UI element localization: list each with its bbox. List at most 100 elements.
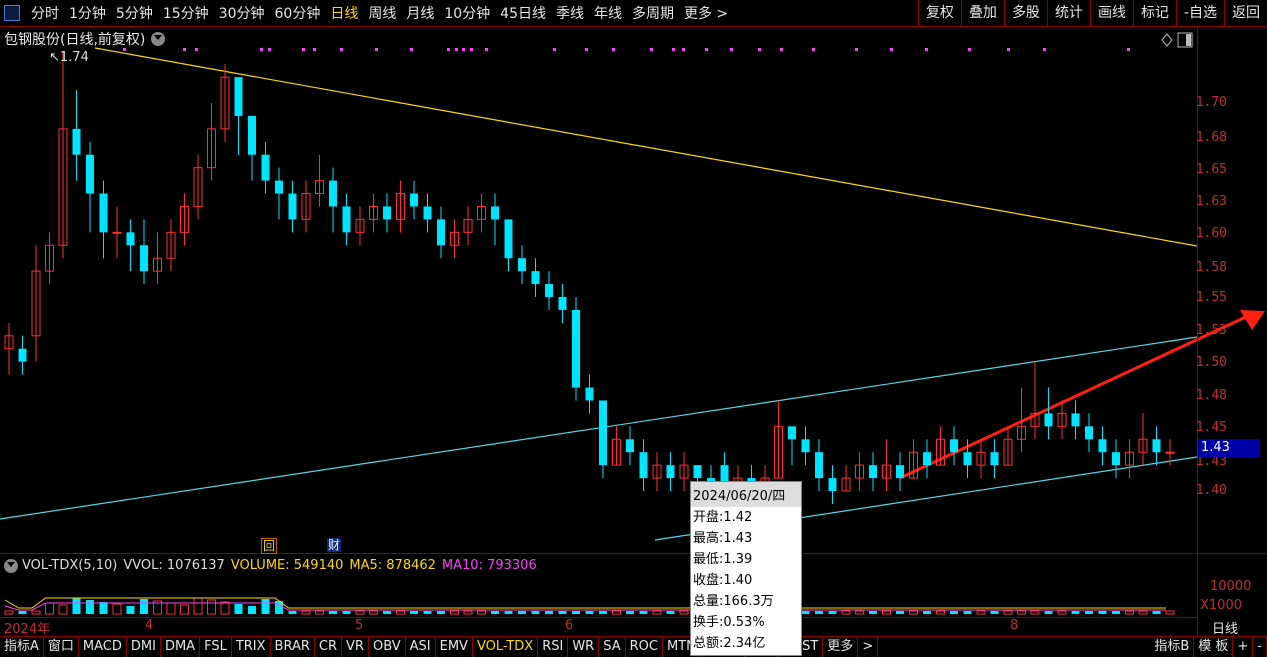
bottom-right-item[interactable]: - [1253, 637, 1267, 657]
candle-body-down [329, 180, 337, 207]
candle-body-down [869, 465, 877, 479]
signal-dot [302, 48, 305, 51]
period-tab[interactable]: 15分钟 [158, 3, 214, 23]
period-tab[interactable]: 多周期 [627, 3, 679, 23]
signal-dot [195, 48, 198, 51]
period-tab[interactable]: 10分钟 [439, 3, 495, 23]
indicator-tab[interactable]: TRIX [232, 637, 271, 657]
indicator-tab[interactable]: CR [315, 637, 343, 657]
bottom-right-item[interactable]: 指标B [1150, 637, 1195, 657]
event-marker-cai[interactable]: 财 [327, 538, 341, 552]
candle-body-down [626, 439, 634, 453]
volume-bar [301, 610, 311, 615]
volume-bar [220, 601, 230, 615]
toolbar-button[interactable]: 返回 [1224, 0, 1267, 26]
volume-bar [477, 610, 486, 615]
indicator-tab[interactable]: 窗口 [44, 637, 79, 657]
indicator-tab[interactable]: 更多 [823, 637, 859, 657]
event-marker-hui[interactable]: 回 [261, 538, 277, 554]
volume-bar [31, 610, 41, 615]
indicator-tab[interactable]: BRAR [271, 637, 315, 657]
volume-bar [1112, 611, 1120, 614]
indicator-tab[interactable]: VR [342, 637, 369, 657]
period-tab[interactable]: 月线 [401, 3, 439, 23]
panel-toggle-icon-fill [1186, 34, 1191, 46]
signal-dot [462, 48, 465, 51]
indicator-tab[interactable]: WR [568, 637, 600, 657]
indicator-tab[interactable]: > [858, 637, 879, 657]
candle-body-down [491, 206, 499, 220]
volume-bar [410, 611, 418, 614]
period-tab[interactable]: 1分钟 [64, 3, 111, 23]
indicator-tab[interactable]: SA [599, 637, 626, 657]
period-tab[interactable]: 年线 [589, 3, 627, 23]
signal-dot [375, 48, 378, 51]
signal-dot [812, 48, 815, 51]
period-tab[interactable]: 5分钟 [111, 3, 158, 23]
period-tab[interactable]: 45日线 [495, 3, 551, 23]
toolbar-actions: 复权 叠加 多股 统计 画线 标记 -自选 返回 [917, 0, 1267, 26]
signal-dot [968, 48, 971, 51]
popup-total-volume: 总量:166.3万 [693, 594, 774, 609]
volume-bar [315, 610, 324, 615]
toolbar-button[interactable]: 画线 [1089, 0, 1133, 26]
period-tab[interactable]: 30分钟 [214, 3, 270, 23]
indicator-tab[interactable]: VOL-TDX [473, 637, 539, 657]
trend-line-upper [94, 47, 1198, 247]
volume-bar [166, 602, 176, 615]
indicator-tab[interactable]: EMV [436, 637, 473, 657]
indicator-tab[interactable]: DMI [127, 637, 161, 657]
candle-body-down [923, 452, 931, 466]
period-tab[interactable]: 日线 [325, 3, 363, 23]
ma10-value: MA10: 793306 [441, 558, 537, 573]
bottom-right-item[interactable]: + [1233, 637, 1254, 657]
popup-open: 开盘:1.42 [693, 510, 753, 525]
date-june: 6 [565, 618, 574, 633]
signal-dot [1127, 48, 1130, 51]
indicator-tab[interactable]: RSI [538, 637, 569, 657]
volume-bar [976, 610, 986, 615]
volume-bar [639, 611, 648, 614]
period-tab[interactable]: 周线 [363, 3, 401, 23]
menu-icon[interactable] [4, 5, 20, 21]
period-tab[interactable]: 分时 [26, 3, 64, 23]
toolbar-button[interactable]: 复权 [917, 0, 961, 26]
indicator-tab[interactable]: ASI [406, 637, 436, 657]
indicator-tab[interactable]: OBV [369, 637, 406, 657]
signal-dot [183, 48, 186, 51]
volume-bar [1057, 610, 1067, 615]
period-tab[interactable]: 60分钟 [270, 3, 326, 23]
indicator-tabs: 指标A 窗口 MACD DMI DMA FSL TRIX BRAR CR VR OBV ASI EMV V… [0, 636, 1267, 657]
indicator-tab[interactable]: ROC [626, 637, 663, 657]
bottom-right-item[interactable]: 模 板 [1194, 637, 1234, 657]
toolbar-button[interactable]: 多股 [1003, 0, 1047, 26]
price-tick: 1.45 [1195, 420, 1227, 435]
toolbar-button[interactable]: 标记 [1132, 0, 1176, 26]
candle-body-up [112, 231, 122, 234]
toolbar-button[interactable]: 叠加 [960, 0, 1004, 26]
volume-bar [86, 600, 94, 614]
indicator-tab[interactable]: MACD [79, 637, 127, 657]
date-axis: 2024年 4 5 6 8 [0, 617, 1197, 637]
volume-bar [45, 602, 54, 615]
high-price-value: 1.74 [59, 50, 89, 65]
indicator-tab[interactable]: DMA [161, 637, 201, 657]
period-tab[interactable]: 更多 > [679, 3, 733, 23]
volume-bar [491, 611, 499, 614]
volume-bar [1165, 610, 1175, 615]
chevron-down-icon[interactable] [4, 558, 18, 573]
price-tick: 1.65 [1195, 162, 1227, 177]
indicator-tab[interactable]: 指标A [0, 637, 44, 657]
volume-bar [1030, 610, 1040, 615]
candle-body-down [423, 206, 432, 220]
price-tick: 1.70 [1195, 95, 1227, 110]
candle-body-down [72, 128, 81, 155]
period-tabs: 分时 1分钟 5分钟 15分钟 30分钟 60分钟 日线 周线 月线 10分钟 45日线 季线 年线 多周… [0, 0, 733, 26]
candle-body-down [504, 219, 513, 259]
toolbar-button[interactable]: 统计 [1046, 0, 1090, 26]
volume-ma10-line [4, 602, 1166, 611]
toolbar-button[interactable]: -自选 [1175, 0, 1224, 26]
period-tab[interactable]: 季线 [551, 3, 589, 23]
indicator-tab[interactable]: FSL [200, 637, 232, 657]
signal-dot [730, 48, 733, 51]
